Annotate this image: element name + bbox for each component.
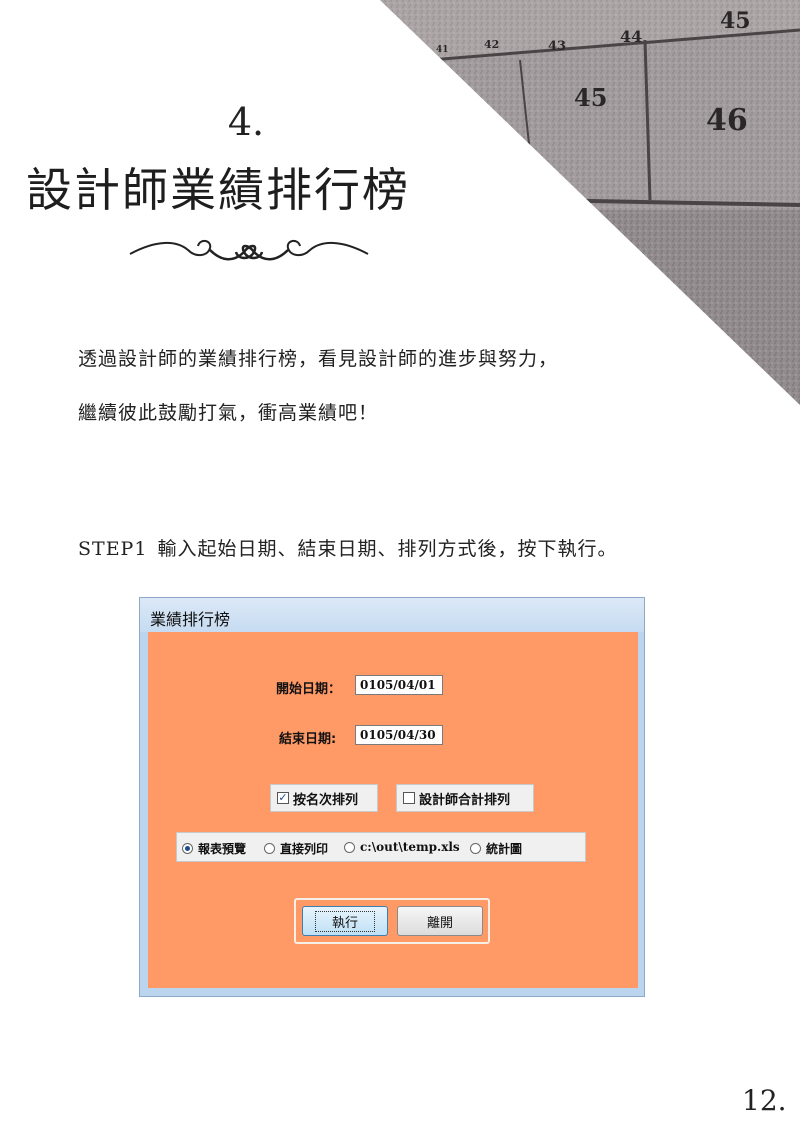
- leave-button-label: 離開: [426, 915, 453, 931]
- end-date-input[interactable]: 0105/04/30: [355, 725, 443, 745]
- rank-order-checkbox[interactable]: ✓ 按名次排列: [270, 784, 378, 812]
- radio-label: 統計圖: [486, 842, 523, 856]
- designer-total-checkbox[interactable]: 設計師合計排列: [396, 784, 534, 812]
- step-instruction: STEP1 輸入起始日期、結束日期、排列方式後，按下執行。: [78, 534, 617, 561]
- radio-chart[interactable]: 統計圖: [470, 840, 522, 857]
- radio-label: 報表預覽: [198, 842, 247, 856]
- intro-text: 透過設計師的業績排行榜，看見設計師的進步與努力，: [78, 348, 559, 370]
- page-title: 設計師業績排行榜: [26, 163, 410, 217]
- checkbox-checked-icon: ✓: [277, 791, 289, 804]
- section-number: 4.: [227, 100, 265, 144]
- radio-report-preview[interactable]: 報表預覽: [182, 840, 246, 857]
- run-button-label: 執行: [314, 910, 375, 932]
- seat-number: 45: [720, 8, 751, 34]
- end-date-label: 結束日期:: [279, 732, 337, 747]
- start-date-label: 開始日期：: [276, 682, 342, 697]
- ornamental-flourish: [129, 240, 369, 261]
- radio-unselected-icon: [470, 843, 481, 854]
- start-date-input[interactable]: 0105/04/01: [355, 675, 443, 695]
- dialog-titlebar[interactable]: 業績排行榜: [140, 598, 644, 632]
- checkbox-label: 設計師合計排列: [419, 792, 511, 808]
- output-radio-group: 報表預覽 直接列印 c:\out\temp.xls 統計圖: [176, 832, 586, 862]
- radio-unselected-icon: [344, 841, 355, 853]
- radio-label: 直接列印: [280, 842, 329, 856]
- page-number: 12.: [742, 1084, 787, 1117]
- checkbox-unchecked-icon: [403, 792, 415, 804]
- seat-number: 41: [436, 45, 449, 55]
- step-tag: STEP1: [78, 538, 148, 560]
- seat-number: 46: [706, 103, 748, 138]
- step-text: 輸入起始日期、結束日期、排列方式後，按下執行。: [157, 538, 618, 560]
- checkbox-label: 按名次排列: [293, 792, 359, 808]
- radio-export-xls[interactable]: c:\out\temp.xls: [344, 840, 460, 854]
- seat-number: 45: [574, 83, 607, 112]
- radio-selected-icon: [182, 843, 193, 854]
- seat-number: 43: [548, 39, 566, 54]
- radio-label: c:\out\temp.xls: [360, 840, 460, 854]
- seat-number: 42: [484, 38, 499, 51]
- leave-button[interactable]: 離開: [397, 906, 483, 936]
- ranking-dialog: 業績排行榜 開始日期： 0105/04/01 結束日期: 0105/04/30 …: [139, 597, 645, 997]
- seat-number: 44: [620, 27, 642, 46]
- dialog-body: 開始日期： 0105/04/01 結束日期: 0105/04/30 ✓ 按名次排…: [148, 632, 638, 988]
- radio-unselected-icon: [264, 843, 275, 854]
- dialog-title: 業績排行榜: [150, 610, 231, 629]
- run-button[interactable]: 執行: [302, 906, 388, 936]
- radio-direct-print[interactable]: 直接列印: [264, 840, 328, 857]
- intro-text: 繼續彼此鼓勵打氣，衝高業績吧！: [78, 402, 379, 424]
